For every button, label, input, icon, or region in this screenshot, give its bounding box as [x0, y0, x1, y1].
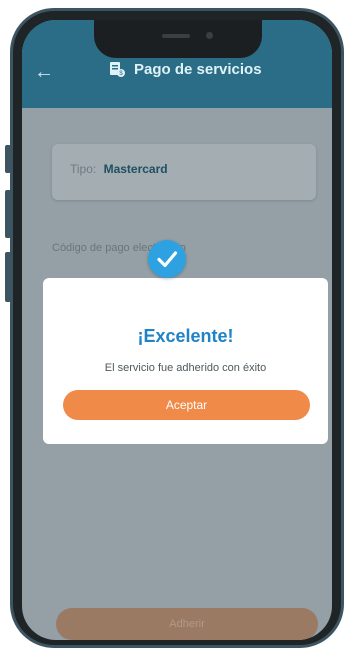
card-type-label: Tipo:: [70, 162, 97, 176]
accept-button[interactable]: Aceptar: [63, 390, 310, 420]
card-type-box: Tipo: Mastercard: [52, 144, 316, 200]
camera: [206, 32, 213, 39]
modal-title: ¡Excelente!: [137, 326, 234, 346]
modal-message: El servicio fue adherido con éxito: [104, 362, 267, 374]
speaker: [162, 34, 190, 38]
page-title: Pago de servicios: [134, 60, 262, 78]
check-icon: [148, 240, 186, 278]
phone-notch: [94, 20, 262, 58]
header-title-group: $ Pago de servicios: [108, 60, 262, 78]
phone-side-button: [5, 145, 11, 173]
phone-volume-down: [5, 252, 11, 302]
adherir-button[interactable]: Adherir: [56, 608, 318, 640]
success-modal: ¡Excelente! El servicio fue adherido con…: [43, 278, 328, 444]
phone-volume-up: [5, 190, 11, 238]
back-arrow-icon[interactable]: ←: [34, 62, 54, 82]
service-payment-icon: $: [108, 60, 126, 78]
card-type-value: Mastercard: [103, 162, 168, 176]
phone-screen: ← $ Pago de servicios Tipo: Mastercard C…: [22, 20, 332, 640]
